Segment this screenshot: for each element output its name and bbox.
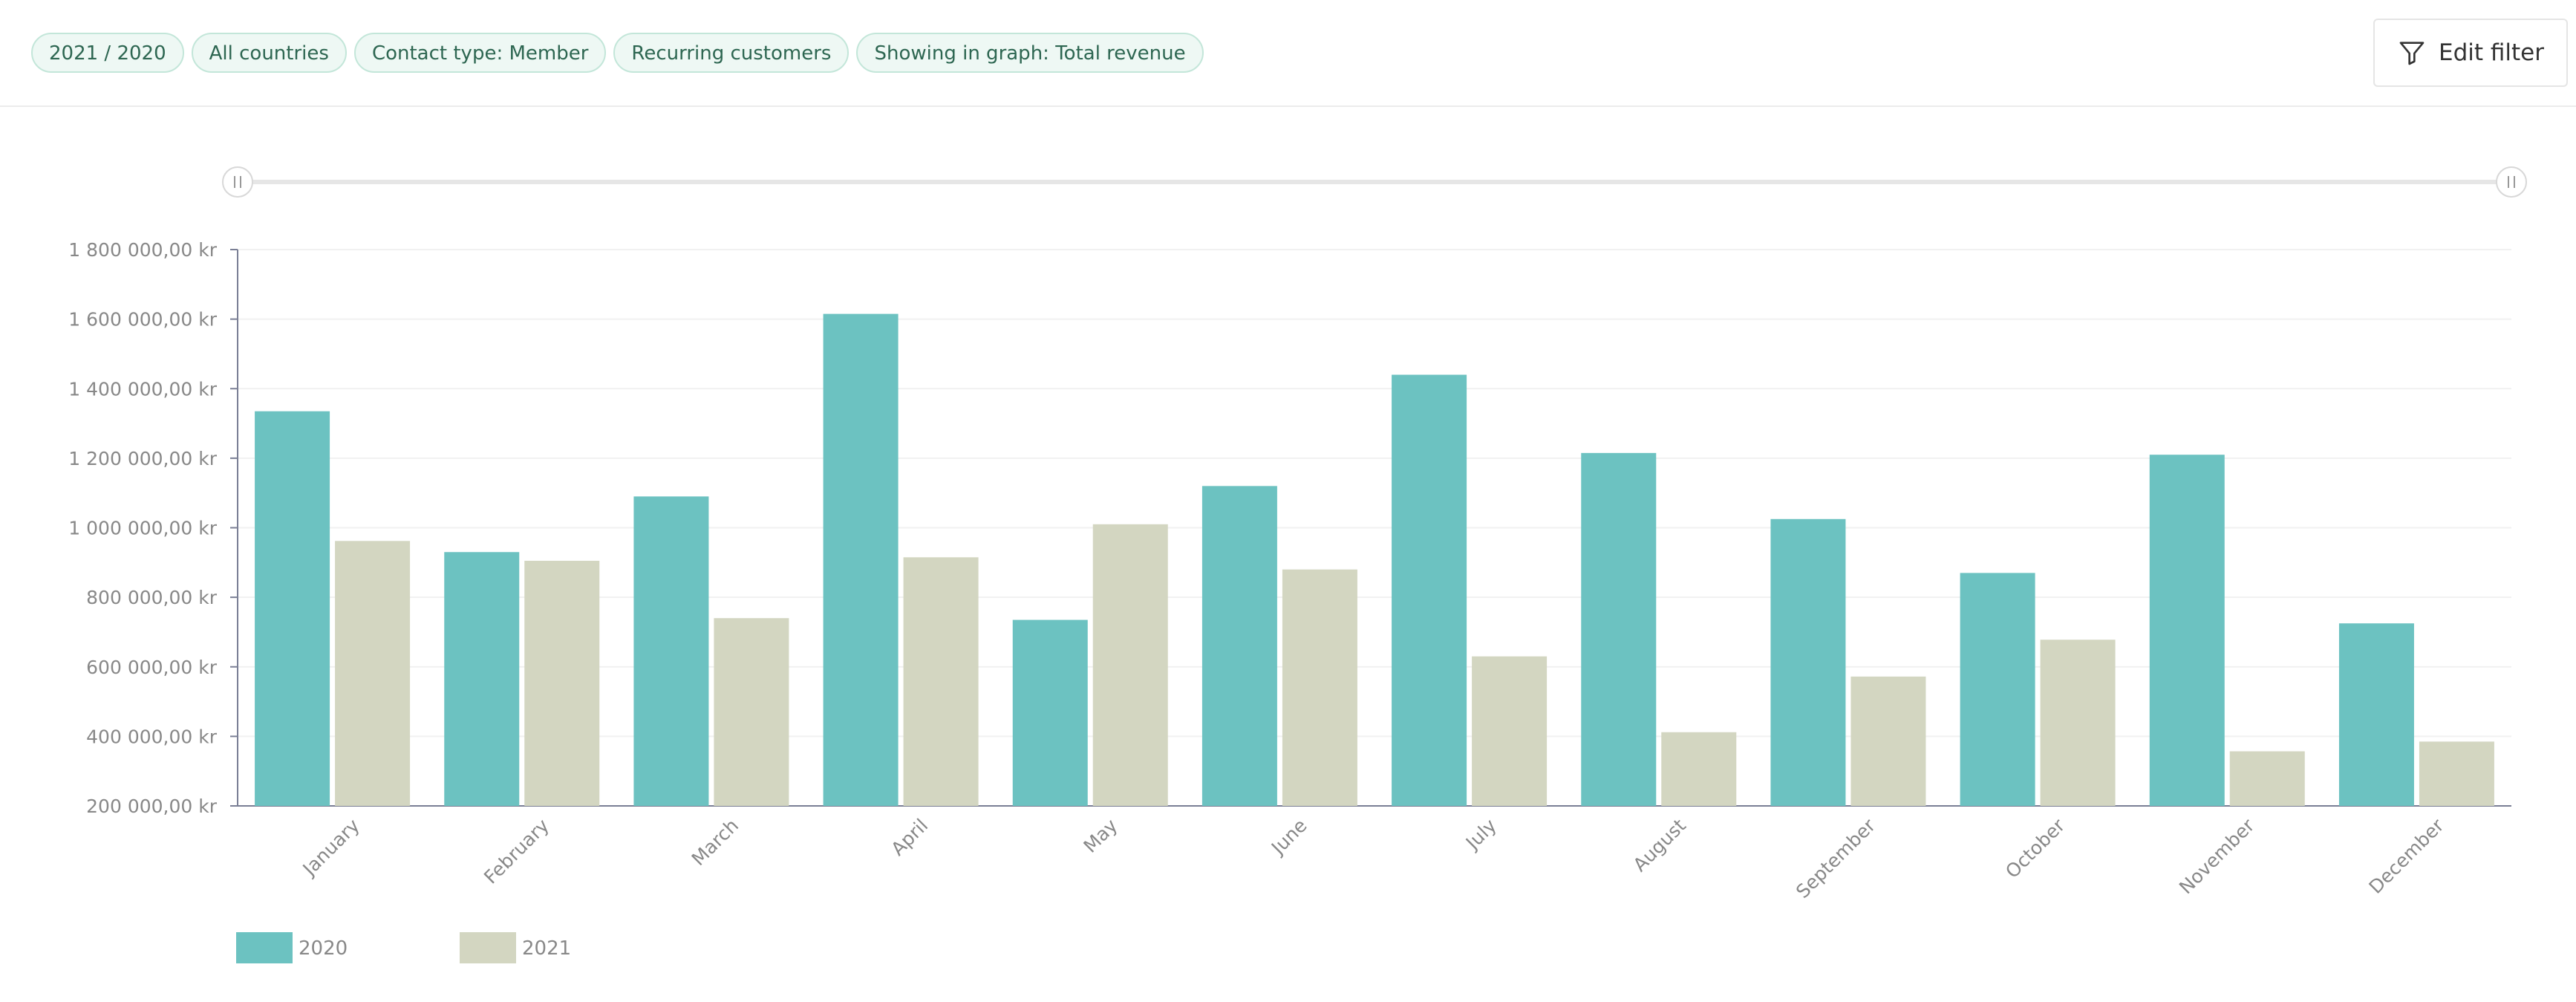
bar-2021-june[interactable]: [1282, 569, 1357, 806]
bar-2021-october[interactable]: [2040, 640, 2116, 806]
legend-label-2020[interactable]: 2020: [299, 937, 348, 960]
bar-2021-november[interactable]: [2229, 751, 2305, 806]
bar-2021-march[interactable]: [714, 618, 789, 806]
y-tick-label: 1 200 000,00 kr: [68, 448, 217, 469]
bar-2021-january[interactable]: [335, 541, 411, 806]
x-tick-label: September: [1792, 814, 1880, 902]
y-tick-label: 600 000,00 kr: [86, 657, 218, 678]
range-slider-right-handle[interactable]: [2496, 166, 2527, 198]
bar-2020-june[interactable]: [1201, 486, 1277, 806]
x-tick-label: March: [688, 815, 743, 870]
bar-2020-march[interactable]: [633, 496, 709, 806]
bar-2021-may[interactable]: [1092, 524, 1168, 806]
y-tick-label: 800 000,00 kr: [86, 587, 218, 608]
bar-2021-december[interactable]: [2419, 741, 2494, 806]
x-tick-label: November: [2175, 814, 2259, 898]
legend-swatch-2021[interactable]: [460, 932, 516, 963]
y-tick-label: 1 400 000,00 kr: [68, 378, 217, 400]
bar-2020-may[interactable]: [1012, 619, 1088, 806]
bar-2020-april[interactable]: [823, 313, 899, 806]
bar-2020-september[interactable]: [1770, 518, 1846, 806]
bar-2021-september[interactable]: [1851, 676, 1926, 806]
x-tick-label: October: [2001, 814, 2070, 882]
bar-2021-april[interactable]: [903, 557, 979, 806]
bar-2021-july[interactable]: [1472, 656, 1548, 806]
y-tick-label: 400 000,00 kr: [86, 726, 218, 747]
bar-2021-august[interactable]: [1661, 732, 1737, 806]
x-tick-label: April: [887, 815, 932, 860]
bar-2020-october[interactable]: [1960, 573, 2035, 806]
bar-2020-january[interactable]: [255, 411, 330, 806]
legend-swatch-2020[interactable]: [236, 932, 293, 963]
bar-2020-december[interactable]: [2338, 623, 2414, 806]
y-tick-label: 1 000 000,00 kr: [68, 518, 217, 539]
bar-2020-november[interactable]: [2149, 455, 2225, 806]
x-tick-label: May: [1079, 815, 1121, 857]
x-tick-label: July: [1461, 815, 1501, 855]
bar-2020-february[interactable]: [444, 552, 520, 806]
y-tick-label: 1 600 000,00 kr: [68, 309, 217, 331]
legend-label-2021[interactable]: 2021: [522, 937, 571, 960]
x-tick-label: February: [480, 815, 553, 888]
bar-chart: 200 000,00 kr 400 000,00 kr 600 000,00 kr 8…: [68, 166, 2527, 963]
x-tick-label: June: [1266, 815, 1311, 859]
x-tick-label: December: [2364, 814, 2448, 898]
range-slider-left-handle[interactable]: [222, 166, 253, 198]
x-tick-label: August: [1629, 815, 1691, 876]
y-tick-label: 200 000,00 kr: [86, 796, 218, 817]
bar-2020-august[interactable]: [1581, 452, 1657, 806]
bar-2021-february[interactable]: [524, 560, 600, 806]
x-tick-label: January: [298, 815, 364, 881]
bar-2020-july[interactable]: [1392, 374, 1467, 806]
y-tick-label: 1 800 000,00 kr: [68, 239, 217, 261]
